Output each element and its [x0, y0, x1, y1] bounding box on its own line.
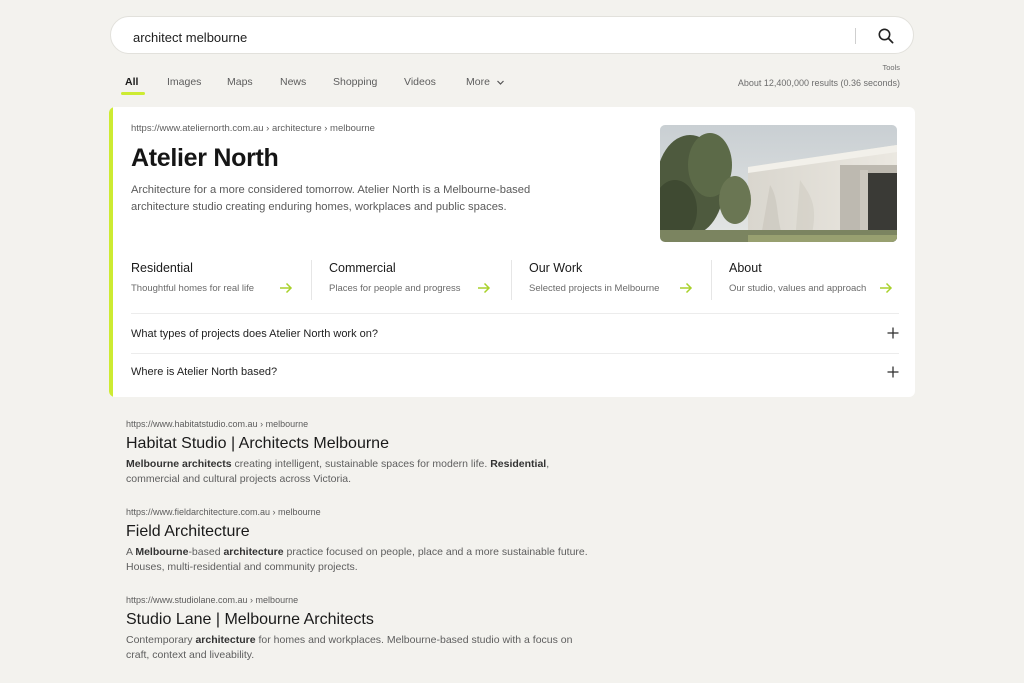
arrow-right-icon [880, 282, 893, 294]
tab-all[interactable]: All [125, 76, 138, 88]
sitelink-title: Commercial [329, 261, 396, 275]
sitelink-desc: Selected projects in Melbourne [529, 283, 660, 294]
snippet-keyword: Melbourne architects [126, 458, 232, 470]
sitelink-separator [511, 260, 512, 300]
featured-building-photo[interactable] [660, 125, 897, 242]
snippet-keyword: Melbourne [135, 546, 189, 558]
building-illustration [660, 125, 897, 242]
faq-question: What types of projects does Atelier Nort… [131, 328, 379, 340]
faq-item-location[interactable]: Where is Atelier North based? [131, 353, 899, 392]
arrow-right-icon [478, 282, 491, 294]
search-input[interactable] [131, 25, 825, 49]
tab-active-indicator [121, 92, 145, 95]
faq-question: Where is Atelier North based? [131, 366, 278, 378]
sitelink-desc: Our studio, values and approach [729, 283, 867, 294]
plus-icon[interactable] [887, 366, 899, 378]
chevron-down-icon [496, 80, 504, 85]
sitelink-desc: Thoughtful homes for real life [131, 283, 255, 294]
featured-title[interactable]: Atelier North [131, 144, 279, 173]
sitelink-title: Residential [131, 261, 193, 275]
sitelink-our-work[interactable]: Our Work Selected projects in Melbourne [529, 260, 705, 298]
sitelink-title: Our Work [529, 261, 583, 275]
sitelinks: Residential Thoughtful homes for real li… [131, 260, 899, 304]
snippet-keyword: architecture [223, 546, 284, 558]
search-result: https://www.fieldarchitecture.com.au › m… [126, 507, 606, 579]
tab-maps[interactable]: Maps [227, 76, 253, 88]
sitelink-separator [311, 260, 312, 300]
snippet-text: creating intelligent, sustainable spaces… [231, 458, 491, 470]
arrow-right-icon [280, 282, 293, 294]
faq-item-projects[interactable]: What types of projects does Atelier Nort… [131, 313, 899, 352]
result-snippet: A Melbourne-based architecture practice … [126, 545, 596, 575]
search-divider [855, 28, 856, 44]
tab-news[interactable]: News [280, 76, 306, 88]
search-result: https://www.habitatstudio.com.au › melbo… [126, 419, 606, 491]
snippet-text: A [126, 546, 136, 558]
sitelink-separator [711, 260, 712, 300]
search-icon[interactable] [877, 27, 895, 45]
sitelink-residential[interactable]: Residential Thoughtful homes for real li… [131, 260, 307, 298]
result-title[interactable]: Habitat Studio | Architects Melbourne [126, 435, 389, 453]
featured-breadcrumb[interactable]: https://www.ateliernorth.com.au › archit… [131, 123, 375, 134]
sitelink-about[interactable]: About Our studio, values and approach [729, 260, 905, 298]
tab-shopping[interactable]: Shopping [333, 76, 377, 88]
results-count: About 12,400,000 results (0.36 seconds) [737, 78, 900, 88]
tab-images[interactable]: Images [167, 76, 201, 88]
result-url[interactable]: https://www.studiolane.com.au › melbourn… [126, 595, 298, 605]
snippet-text: -based [188, 546, 224, 558]
result-title[interactable]: Studio Lane | Melbourne Architects [126, 611, 374, 629]
tools-link[interactable]: Tools [882, 63, 900, 72]
snippet-keyword: architecture [195, 634, 256, 646]
result-url[interactable]: https://www.habitatstudio.com.au › melbo… [126, 419, 308, 429]
featured-accent-bar [109, 107, 113, 397]
snippet-keyword: Residential [490, 458, 547, 470]
sitelink-commercial[interactable]: Commercial Places for people and progres… [329, 260, 505, 298]
result-url[interactable]: https://www.fieldarchitecture.com.au › m… [126, 507, 321, 517]
featured-description: Architecture for a more considered tomor… [131, 184, 531, 213]
search-result: https://www.studiolane.com.au › melbourn… [126, 595, 606, 667]
tab-videos[interactable]: Videos [404, 76, 436, 88]
snippet-text: Contemporary [126, 634, 196, 646]
tab-more-label: More [466, 76, 490, 88]
search-bar[interactable] [110, 16, 914, 54]
plus-icon[interactable] [887, 327, 899, 339]
sitelink-title: About [729, 261, 762, 275]
result-snippet: Contemporary architecture for homes and … [126, 633, 596, 663]
tab-more[interactable]: More [466, 76, 505, 88]
result-title[interactable]: Field Architecture [126, 523, 250, 541]
arrow-right-icon [680, 282, 693, 294]
featured-result-card: https://www.ateliernorth.com.au › archit… [109, 107, 915, 397]
sitelink-desc: Places for people and progress [329, 283, 461, 294]
result-snippet: Melbourne architects creating intelligen… [126, 457, 596, 487]
